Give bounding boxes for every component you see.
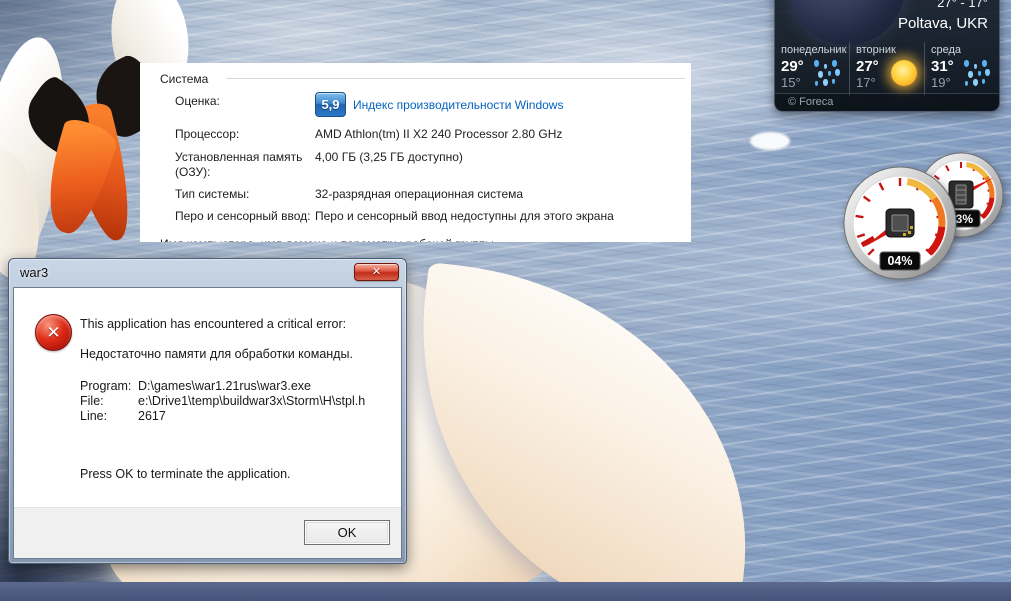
weather-credit: © Foreca (775, 93, 999, 111)
floating-feather (750, 132, 790, 150)
forecast-day-wednesday: среда 31° 19° (924, 42, 999, 96)
swan-head-left (0, 31, 81, 279)
program-label: Program: (80, 379, 132, 393)
dialog-titlebar[interactable]: war3 ✕ (9, 259, 406, 287)
error-icon: ✕ (35, 314, 72, 351)
forecast-day-tuesday: вторник 27° 17° (849, 42, 924, 96)
pen-touch-label: Перо и сенсорный ввод: (175, 209, 311, 223)
pen-touch-value: Перо и сенсорный ввод недоступны для это… (315, 209, 614, 223)
terminate-instruction: Press OK to terminate the application. (80, 467, 291, 481)
close-button[interactable]: ✕ (354, 263, 399, 281)
dialog-content: ✕ This application has encountered a cri… (13, 287, 402, 559)
error-icon-glyph: ✕ (46, 323, 61, 342)
system-info-panel: Система Оценка: 5,9 Индекс производитель… (140, 63, 691, 242)
error-message-ru: Недостаточно памяти для обработки команд… (80, 347, 353, 361)
performance-index-badge[interactable]: 5,9 (315, 92, 346, 117)
weather-gadget[interactable]: 27° - 17° Poltava, UKR понедельник 29° 1… (774, 0, 1000, 112)
weather-location: Poltava, UKR (897, 15, 988, 32)
rating-label: Оценка: (175, 94, 220, 108)
cpu-chip-inner (891, 214, 909, 232)
ram-value: 4,00 ГБ (3,25 ГБ доступно) (315, 150, 463, 164)
swan-beak-left (35, 116, 121, 240)
performance-index-link[interactable]: Индекс производительности Windows (353, 98, 563, 112)
dialog-title: war3 (20, 265, 49, 280)
war3-error-dialog: war3 ✕ ✕ This application has encountere… (8, 258, 407, 564)
cpu-usage-value: 04% (887, 254, 912, 268)
day-name: понедельник (781, 44, 847, 56)
forecast-row: понедельник 29° 15° вторник 27° 17° сред… (775, 42, 999, 96)
close-icon: ✕ (371, 265, 382, 278)
file-label: File: (80, 394, 104, 408)
system-type-label: Тип системы: (175, 187, 250, 201)
forecast-day-monday: понедельник 29° 15° (775, 42, 849, 96)
day-name: среда (931, 44, 962, 56)
system-group-title: Система (160, 72, 209, 86)
clipped-next-section-heading: Имя компьютера, имя домена и параметры р… (160, 237, 680, 242)
rain-icon (962, 58, 992, 88)
program-value: D:\games\war1.21rus\war3.exe (138, 379, 311, 393)
current-temp-range: 27° - 17° (937, 0, 988, 10)
file-value: e:\Drive1\temp\buildwar3x\Storm\H\stpl.h (138, 394, 366, 408)
desktop: Система Оценка: 5,9 Индекс производитель… (0, 0, 1011, 601)
ram-label: Установленная память (ОЗУ): (175, 150, 303, 179)
line-label: Line: (80, 409, 108, 423)
cpu-label: Процессор: (175, 127, 240, 141)
swan-mask-left (15, 72, 105, 162)
cpu-value: AMD Athlon(tm) II X2 240 Processor 2.80 … (315, 127, 563, 141)
rain-icon (812, 58, 842, 88)
ok-button[interactable]: OK (304, 520, 390, 545)
swan-beak-right (60, 100, 142, 246)
moon-icon (789, 0, 905, 45)
system-type-value: 32-разрядная операционная система (315, 187, 524, 201)
swan-wing (389, 261, 777, 601)
error-message-en: This application has encountered a criti… (80, 317, 347, 331)
line-value: 2617 (138, 409, 166, 423)
day-name: вторник (856, 44, 896, 56)
dialog-footer: OK (14, 507, 401, 558)
cpu-meter-gadget[interactable]: 04% (842, 165, 958, 281)
group-separator (226, 78, 685, 79)
water-bottom-strip (0, 582, 1011, 601)
sun-icon (891, 60, 917, 86)
